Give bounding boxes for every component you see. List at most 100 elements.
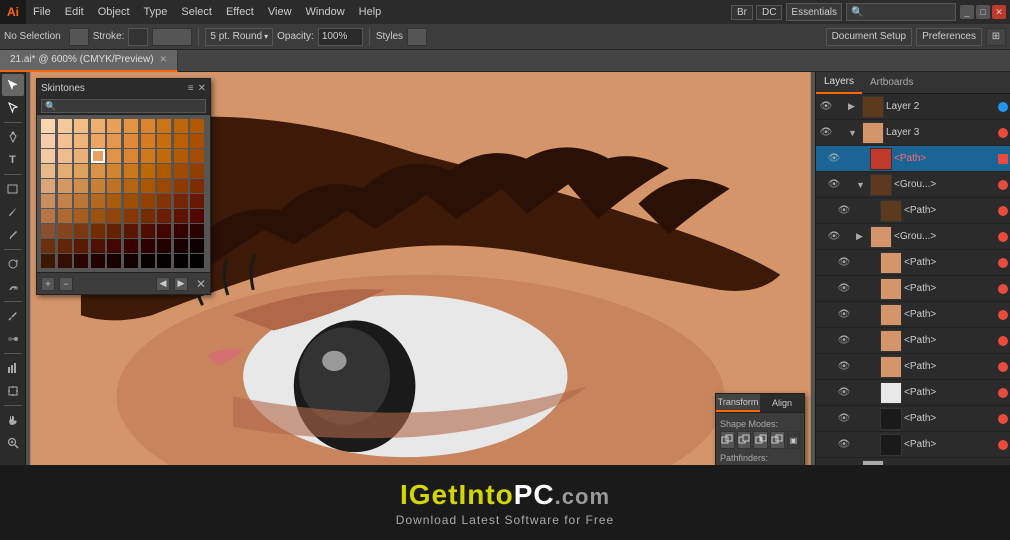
- layer-row[interactable]: 👁 <Path>: [816, 146, 1010, 172]
- color-swatch[interactable]: [124, 194, 138, 208]
- selection-tool[interactable]: [2, 74, 24, 96]
- color-swatch[interactable]: [91, 164, 105, 178]
- hand-tool[interactable]: [2, 409, 24, 431]
- color-swatch[interactable]: [107, 209, 121, 223]
- shape-intersect-btn[interactable]: [753, 431, 768, 449]
- fill-swatch[interactable]: [69, 28, 89, 46]
- color-swatch[interactable]: [41, 164, 55, 178]
- color-swatch[interactable]: [107, 149, 121, 163]
- color-swatch[interactable]: [190, 149, 204, 163]
- layer-visibility-icon[interactable]: 👁: [826, 179, 842, 190]
- color-swatch[interactable]: [74, 239, 88, 253]
- layer-visibility-icon[interactable]: 👁: [836, 205, 852, 216]
- expand-shape-button[interactable]: ▣: [787, 431, 800, 449]
- color-swatch[interactable]: [141, 209, 155, 223]
- color-swatch[interactable]: [190, 164, 204, 178]
- layer-visibility-icon[interactable]: 👁: [836, 413, 852, 424]
- color-swatch[interactable]: [141, 149, 155, 163]
- color-swatch[interactable]: [190, 119, 204, 133]
- color-swatch[interactable]: [74, 164, 88, 178]
- layer-visibility-icon[interactable]: 👁: [836, 335, 852, 346]
- layer-visibility-icon[interactable]: 👁: [836, 361, 852, 372]
- document-setup-button[interactable]: Document Setup: [826, 28, 913, 46]
- color-swatch[interactable]: [91, 179, 105, 193]
- device-central-button[interactable]: DC: [756, 5, 782, 20]
- color-swatch[interactable]: [41, 239, 55, 253]
- shape-exclude-btn[interactable]: [770, 431, 785, 449]
- add-swatch-button[interactable]: +: [41, 277, 55, 291]
- search-bar[interactable]: 🔍: [846, 3, 956, 21]
- color-swatch[interactable]: [91, 239, 105, 253]
- color-swatch[interactable]: [58, 164, 72, 178]
- artboard-tool[interactable]: [2, 380, 24, 402]
- color-swatch[interactable]: [190, 194, 204, 208]
- color-swatch[interactable]: [107, 224, 121, 238]
- color-swatch[interactable]: [107, 119, 121, 133]
- close-button[interactable]: ✕: [992, 5, 1006, 19]
- color-swatch[interactable]: [174, 149, 188, 163]
- layer-visibility-icon[interactable]: 👁: [818, 101, 834, 112]
- search-input[interactable]: [863, 7, 943, 18]
- layer-visibility-icon[interactable]: 👁: [826, 153, 842, 164]
- color-swatch[interactable]: [157, 254, 171, 268]
- color-swatch[interactable]: [58, 149, 72, 163]
- zoom-tool[interactable]: [2, 432, 24, 454]
- color-swatch[interactable]: [174, 254, 188, 268]
- color-swatch[interactable]: [74, 149, 88, 163]
- tab-artboards[interactable]: Artboards: [862, 72, 921, 94]
- layer-row[interactable]: 👁 <Path>: [816, 354, 1010, 380]
- pen-tool[interactable]: [2, 126, 24, 148]
- color-swatch[interactable]: [174, 194, 188, 208]
- color-swatch[interactable]: [91, 149, 105, 163]
- layer-visibility-icon[interactable]: 👁: [836, 283, 852, 294]
- styles-swatch[interactable]: [407, 28, 427, 46]
- color-swatch[interactable]: [157, 149, 171, 163]
- color-swatch[interactable]: [124, 179, 138, 193]
- rotate-tool[interactable]: [2, 253, 24, 275]
- menu-view[interactable]: View: [261, 0, 299, 24]
- color-swatch[interactable]: [74, 194, 88, 208]
- tab-transform[interactable]: Transform: [716, 394, 760, 412]
- color-swatch[interactable]: [174, 239, 188, 253]
- color-swatch[interactable]: [58, 134, 72, 148]
- menu-type[interactable]: Type: [137, 0, 175, 24]
- color-swatch[interactable]: [124, 134, 138, 148]
- color-swatch[interactable]: [74, 224, 88, 238]
- shape-minus-btn[interactable]: [737, 431, 752, 449]
- color-swatch[interactable]: [74, 254, 88, 268]
- layer-row[interactable]: 👁 <Path>: [816, 328, 1010, 354]
- color-swatch[interactable]: [41, 179, 55, 193]
- skintones-close-icon[interactable]: ✕: [198, 83, 206, 94]
- menu-window[interactable]: Window: [299, 0, 352, 24]
- color-swatch[interactable]: [157, 239, 171, 253]
- color-swatch[interactable]: [190, 239, 204, 253]
- column-graph-tool[interactable]: [2, 357, 24, 379]
- color-swatch[interactable]: [141, 194, 155, 208]
- color-swatch[interactable]: [157, 134, 171, 148]
- color-swatch[interactable]: [124, 224, 138, 238]
- color-swatch[interactable]: [141, 119, 155, 133]
- pencil-tool[interactable]: [2, 224, 24, 246]
- color-swatch[interactable]: [124, 164, 138, 178]
- color-swatch[interactable]: [190, 224, 204, 238]
- blend-tool[interactable]: [2, 328, 24, 350]
- color-swatch[interactable]: [74, 119, 88, 133]
- color-swatch[interactable]: [41, 119, 55, 133]
- color-swatch[interactable]: [91, 119, 105, 133]
- layer-visibility-icon[interactable]: 👁: [836, 387, 852, 398]
- color-swatch[interactable]: [157, 164, 171, 178]
- layer-row[interactable]: 👁 ▼ <Grou...>: [816, 172, 1010, 198]
- color-swatch[interactable]: [91, 224, 105, 238]
- minimize-button[interactable]: _: [960, 5, 974, 19]
- type-tool[interactable]: T: [2, 149, 24, 171]
- color-swatch[interactable]: [157, 119, 171, 133]
- arrange-icon[interactable]: ⊞: [986, 28, 1006, 46]
- stroke-swatch[interactable]: [128, 28, 148, 46]
- color-swatch[interactable]: [58, 209, 72, 223]
- color-swatch[interactable]: [58, 254, 72, 268]
- layer-visibility-icon[interactable]: 👁: [818, 127, 834, 138]
- color-swatch[interactable]: [74, 179, 88, 193]
- color-swatch[interactable]: [107, 194, 121, 208]
- color-swatch[interactable]: [157, 194, 171, 208]
- layer-row[interactable]: 👁 <Path>: [816, 380, 1010, 406]
